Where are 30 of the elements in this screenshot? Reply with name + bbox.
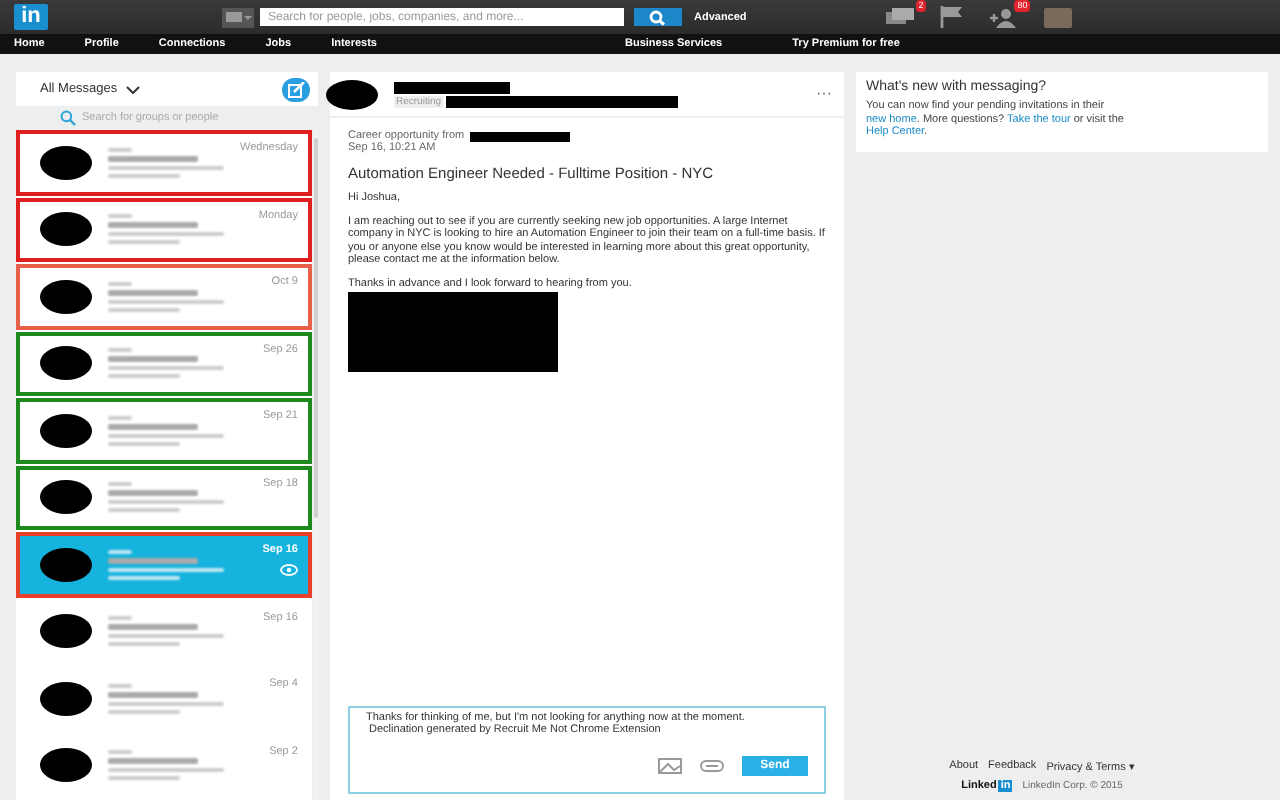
paperclip-icon[interactable]: [700, 760, 724, 772]
avatar: [40, 346, 92, 381]
compose-icon: [287, 81, 305, 97]
flag-icon[interactable]: [940, 6, 965, 28]
blurred-text-drawing: [108, 147, 224, 178]
eye-icon: [279, 564, 298, 576]
search-icon: [648, 9, 668, 25]
avatar: [40, 480, 92, 515]
avatar: [40, 413, 92, 448]
avatar: [40, 212, 92, 247]
avatar: [40, 547, 92, 582]
avatar: [40, 748, 92, 783]
search-button[interactable]: [634, 8, 682, 26]
caret-icon: [125, 85, 140, 93]
linkedin-logo[interactable]: in: [14, 4, 48, 30]
avatar: [40, 681, 92, 716]
search-icon: [60, 110, 76, 126]
avatar: [40, 145, 92, 180]
compose-button[interactable]: [282, 77, 310, 101]
avatar: [40, 614, 92, 649]
messages-icon[interactable]: [886, 7, 915, 27]
profile-avatar[interactable]: [1044, 7, 1073, 27]
photo-icon[interactable]: [658, 758, 682, 774]
avatar: [40, 279, 92, 314]
redaction-block: [470, 131, 571, 141]
avatar: [326, 79, 378, 109]
search-scope-dropdown[interactable]: [222, 7, 254, 27]
scrollbar[interactable]: [313, 130, 318, 800]
more-options-button[interactable]: ···: [816, 88, 832, 100]
add-person-icon[interactable]: [990, 7, 1019, 27]
